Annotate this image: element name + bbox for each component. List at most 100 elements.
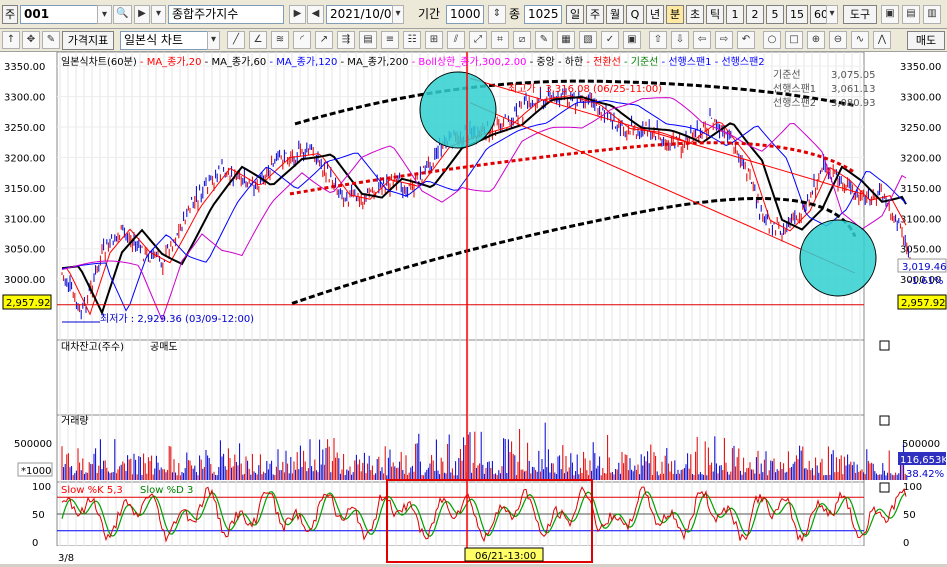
zoom-out-icon[interactable]: ⊖ xyxy=(829,31,847,49)
channel-icon[interactable]: ⇶ xyxy=(337,31,355,49)
period-input[interactable]: 1000 xyxy=(446,5,484,24)
price-tick-left: 3150.00 xyxy=(4,184,45,195)
search-icon[interactable]: 🔍 xyxy=(113,5,132,24)
legend-item-0: 일본식차트(60분) xyxy=(61,56,137,68)
print-icon[interactable]: ▥ xyxy=(923,5,941,24)
chart-svg[interactable]: 3350.00 3350.00 3300.00 3300.00 3250.00 3250.… xyxy=(0,51,947,564)
pattern-icon[interactable]: ▦ xyxy=(557,31,575,49)
rect-icon[interactable]: □ xyxy=(785,31,803,49)
up-icon[interactable]: ⇧ xyxy=(649,31,667,49)
sell-button[interactable]: 매도 xyxy=(907,31,945,50)
parallel-icon[interactable]: ⫽ xyxy=(447,31,465,49)
info-name-0: 기준선 xyxy=(773,69,801,81)
expand-icon[interactable]: ⤢ xyxy=(469,31,487,49)
right-icon[interactable]: ⇨ xyxy=(715,31,733,49)
play-back-icon[interactable]: ◀ xyxy=(307,5,324,24)
arc-icon[interactable]: ◜ xyxy=(293,31,311,49)
highlight-circle-bottom xyxy=(799,219,877,297)
hash-icon[interactable]: ⌗ xyxy=(491,31,509,49)
low-price-label: 최저가 : 2,929.36 (03/09-12:00) xyxy=(100,313,254,325)
undo-icon[interactable]: ↶ xyxy=(737,31,755,49)
pattern2-icon[interactable]: ▧ xyxy=(579,31,597,49)
count-input[interactable]: 1025 xyxy=(524,5,562,24)
unit-button-1[interactable]: 주 xyxy=(586,5,604,24)
volume-panel-toggle-icon xyxy=(879,415,890,426)
ref-price-right: 2,957.92 xyxy=(901,298,946,309)
pen-icon[interactable]: ✎ xyxy=(535,31,553,49)
unit-button-10[interactable]: 5 xyxy=(766,5,784,24)
unit-button-3[interactable]: Q xyxy=(626,5,644,24)
unit-button-7[interactable]: 틱 xyxy=(706,5,724,24)
legend-item-3: - MA_종가,120 xyxy=(266,56,337,68)
levels-icon[interactable]: ≡ xyxy=(381,31,399,49)
stoch-tick-left: 100 xyxy=(32,482,51,493)
price-indicator-button[interactable]: 가격지표 xyxy=(62,31,114,50)
line-icon[interactable]: ╱ xyxy=(227,31,245,49)
wave-icon[interactable]: ∿ xyxy=(851,31,869,49)
zoom-in-icon[interactable]: ⊕ xyxy=(807,31,825,49)
unit-button-9[interactable]: 2 xyxy=(746,5,764,24)
box-icon[interactable]: ⊞ xyxy=(425,31,443,49)
tools-button[interactable]: 도구 xyxy=(843,5,877,24)
date-dropdown-icon[interactable]: ▾ xyxy=(392,5,404,24)
play-forward-icon[interactable]: ▶ xyxy=(289,5,306,24)
unit-button-11[interactable]: 15 xyxy=(786,5,808,24)
price-tick-right: 3200.00 xyxy=(900,153,941,164)
short-legend-1: 공매도 xyxy=(150,341,178,353)
market-selector-button[interactable]: 주 xyxy=(2,5,18,24)
price-tick-left: 3300.00 xyxy=(4,93,45,104)
stoch-tick-right: 100 xyxy=(903,482,922,493)
legend-item-9: - 기준선 xyxy=(621,56,659,68)
count-label: 종 xyxy=(509,7,521,21)
current-volume-pct: 38.42% xyxy=(906,469,944,480)
next-triangle-icon[interactable]: ▶ xyxy=(134,5,150,24)
peak-icon[interactable]: ⋀ xyxy=(873,31,891,49)
circle-icon[interactable]: ○ xyxy=(763,31,781,49)
legend-item-4: - MA_종가,200 xyxy=(337,56,408,68)
grid-icon[interactable]: ▤ xyxy=(359,31,377,49)
edit-icon[interactable]: ✎ xyxy=(42,31,60,49)
legend-item-6: - 중앙 xyxy=(526,56,554,68)
info-value-2: 3,080.93 xyxy=(831,98,876,109)
cross-box-icon[interactable]: ⧄ xyxy=(513,31,531,49)
price-tick-left: 3050.00 xyxy=(4,245,45,256)
fibo-icon[interactable]: ≋ xyxy=(271,31,289,49)
unit-button-0[interactable]: 일 xyxy=(566,5,584,24)
unit-dropdown-icon[interactable]: ▾ xyxy=(826,5,838,24)
code-dropdown-icon[interactable]: ▾ xyxy=(97,5,112,24)
left-icon[interactable]: ⇦ xyxy=(693,31,711,49)
cross-arrow-icon[interactable]: ✥ xyxy=(22,31,40,49)
stoch-legend-d: Slow %D 3 xyxy=(140,485,193,496)
unit-button-4[interactable]: 년 xyxy=(646,5,664,24)
chart-area[interactable]: 3350.00 3350.00 3300.00 3300.00 3250.00 3250.… xyxy=(0,51,947,564)
chart-type-select[interactable]: 일본식 차트 xyxy=(120,31,220,50)
unit-button-5[interactable]: 분 xyxy=(666,5,684,24)
price-tick-right: 3150.00 xyxy=(900,184,941,195)
save-icon[interactable]: ▤ xyxy=(902,5,920,24)
price-legend: 일본식차트(60분) - MA_종가,20 - MA_종가,60 - MA_종가… xyxy=(61,55,765,68)
settings-arrows-icon[interactable]: ⇕ xyxy=(488,5,506,24)
trend-icon[interactable]: ↗ xyxy=(315,31,333,49)
period-label: 기간 xyxy=(418,7,441,21)
down-icon[interactable]: ⇩ xyxy=(671,31,689,49)
volume-right-tick: 500000 xyxy=(902,439,940,450)
legend-item-5: - Boll상한_종가,300,2.00 xyxy=(408,56,526,68)
up-arrow-icon[interactable]: ↑ xyxy=(2,31,20,49)
unit-button-2[interactable]: 월 xyxy=(606,5,624,24)
price-tick-right: 3350.00 xyxy=(900,62,941,73)
stoch-tick-left: 0 xyxy=(32,538,38,549)
unit-button-8[interactable]: 1 xyxy=(726,5,744,24)
stoch-tick-left: 50 xyxy=(32,510,45,521)
legend-item-10: - 선행스팬1 xyxy=(658,56,711,68)
legend-item-7: - 하한 xyxy=(555,55,583,68)
dropdown-icon[interactable]: ▾ xyxy=(151,5,166,24)
check-icon[interactable]: ✓ xyxy=(601,31,619,49)
screen-icon[interactable]: ▣ xyxy=(881,5,899,24)
chart-type-dropdown-icon[interactable]: ▾ xyxy=(207,31,220,50)
gann-icon[interactable]: ☷ xyxy=(403,31,421,49)
price-tick-right: 3100.00 xyxy=(900,214,941,225)
unit-button-6[interactable]: 초 xyxy=(686,5,704,24)
frame-icon[interactable]: ▣ xyxy=(623,31,641,49)
angle-icon[interactable]: ∠ xyxy=(249,31,267,49)
info-value-1: 3,061.13 xyxy=(831,84,876,95)
